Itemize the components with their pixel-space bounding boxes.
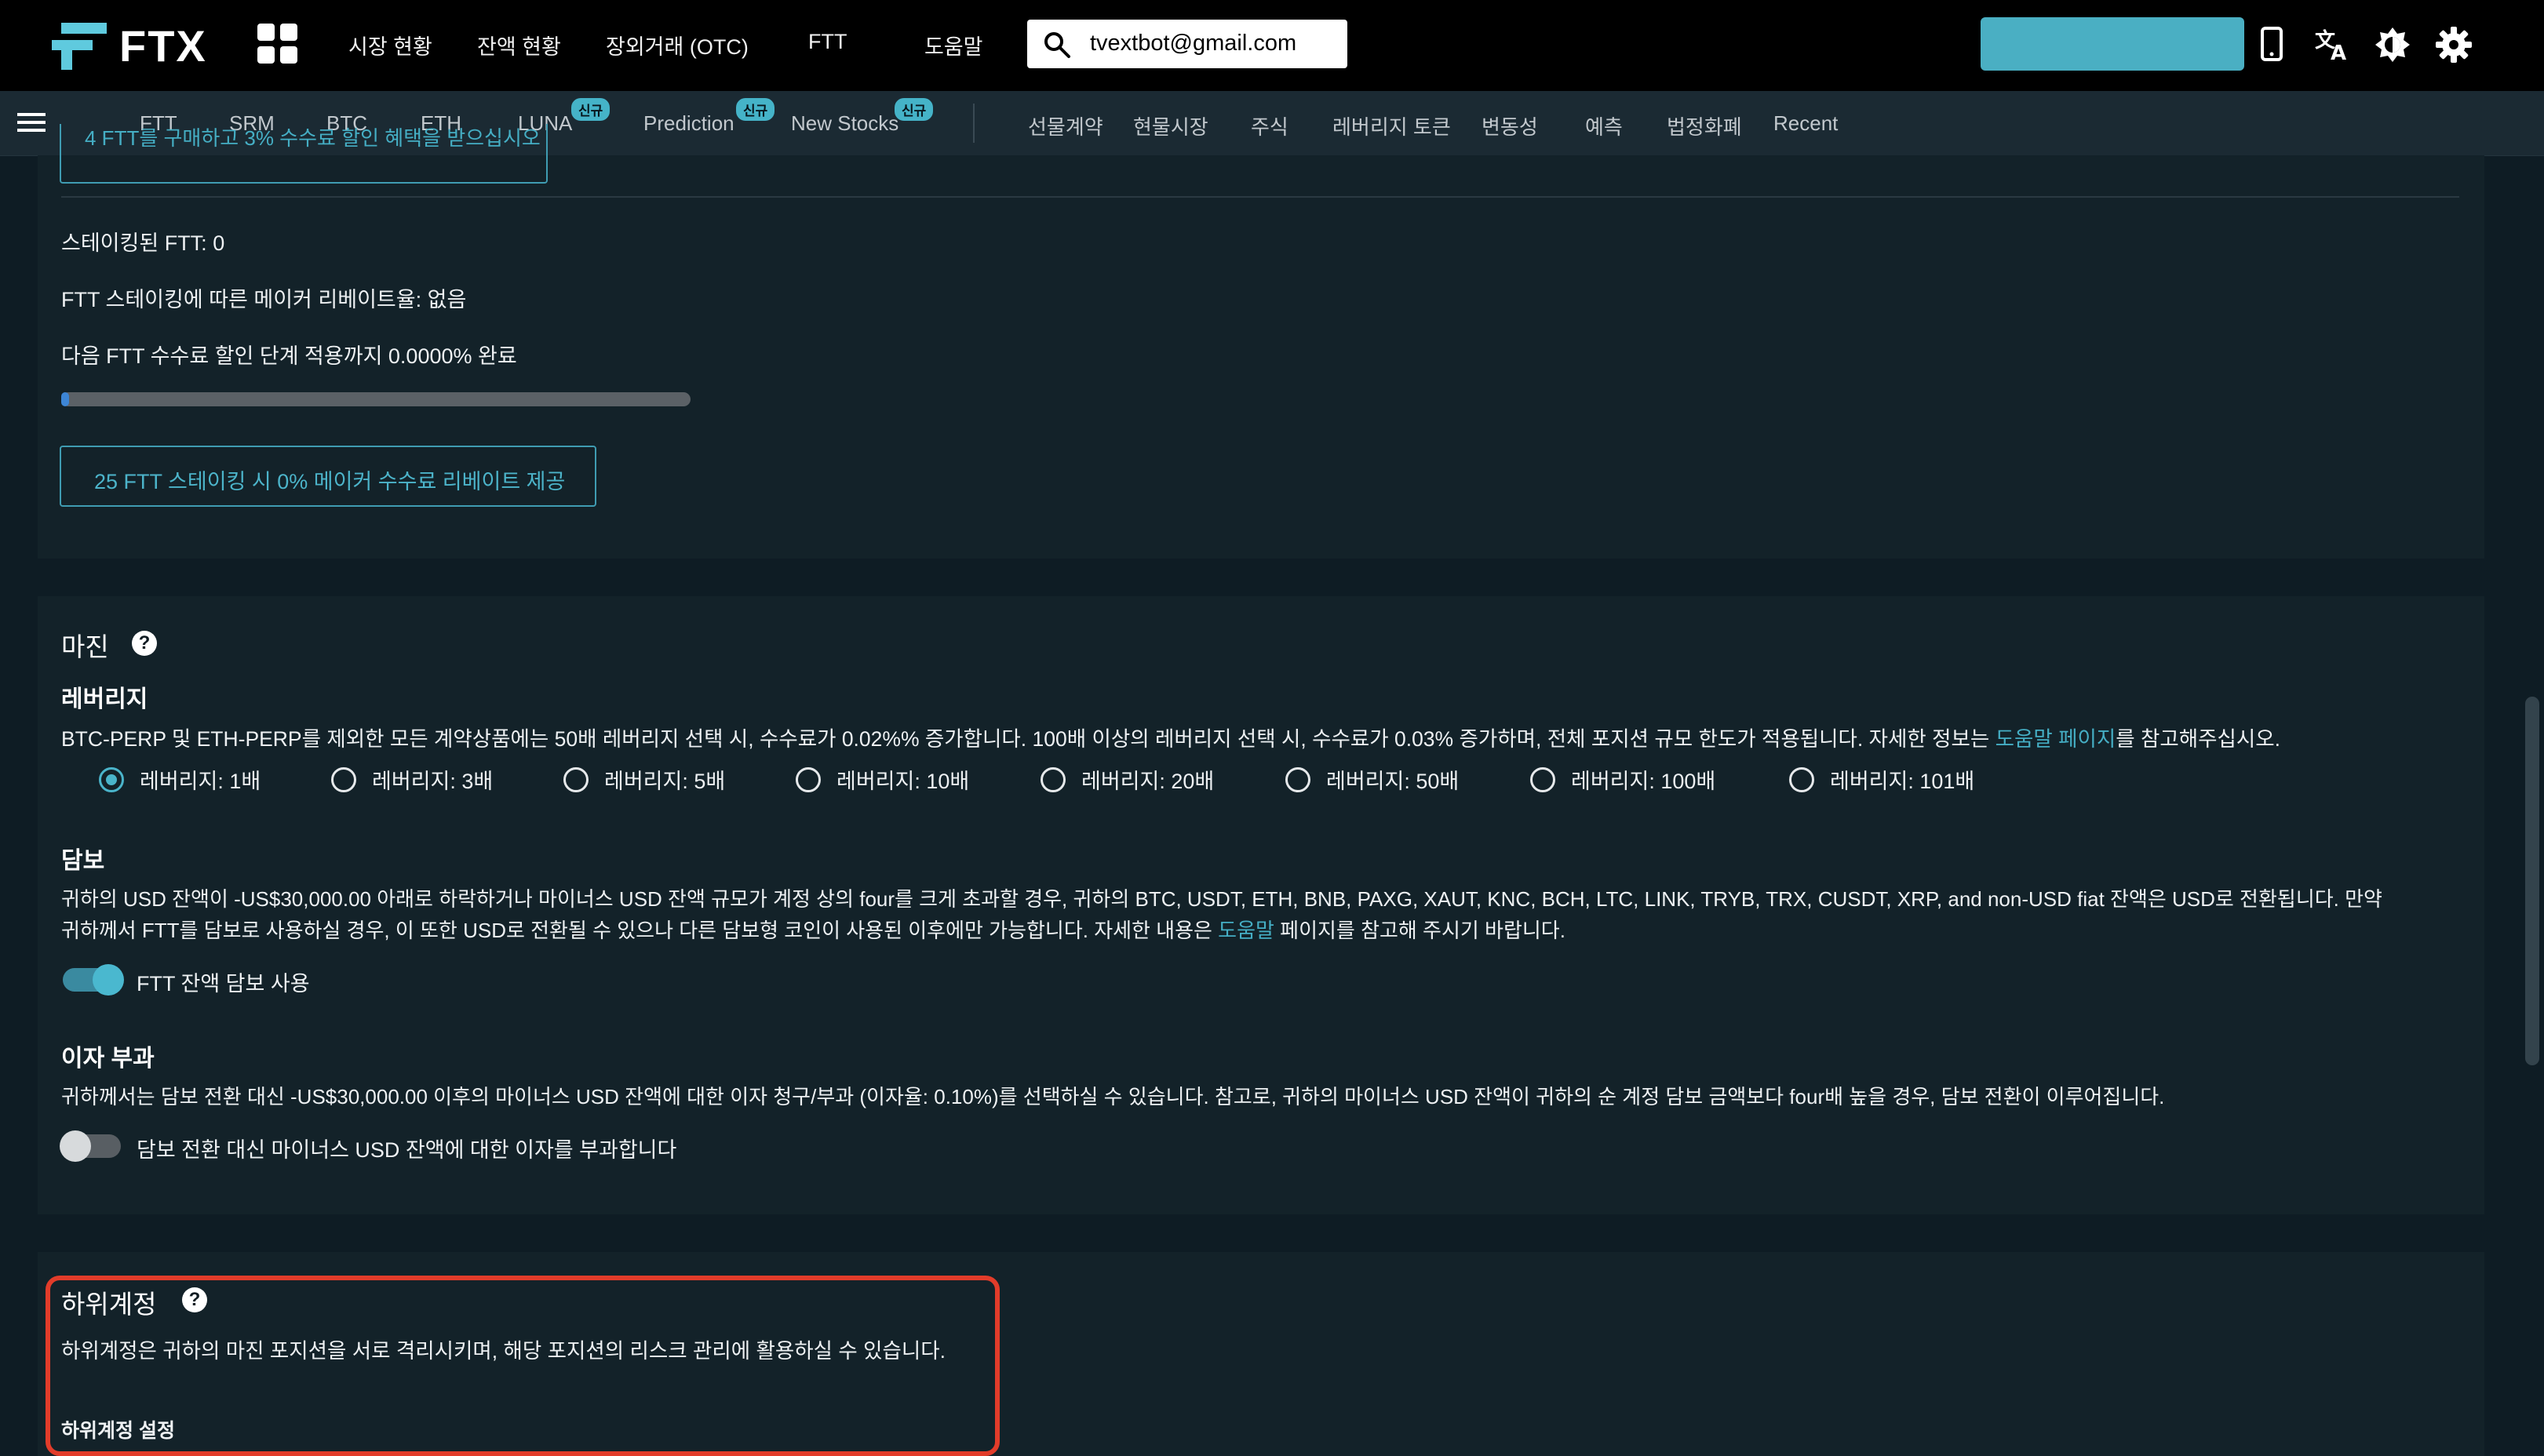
phone-icon[interactable] xyxy=(2260,27,2283,65)
leverage-option-1x[interactable]: 레버리지: 1배 xyxy=(99,764,261,795)
leverage-description-text: BTC-PERP 및 ETH-PERP를 제외한 모든 계약상품에는 50배 레… xyxy=(61,727,1995,751)
subnav-item-futures[interactable]: 선물계약 xyxy=(1028,111,1103,140)
ftt-collateral-toggle-label: FTT 잔액 담보 사용 xyxy=(137,972,310,996)
leverage-option-label: 레버리지: 101배 xyxy=(1830,770,1975,793)
interest-toggle-label: 담보 전환 대신 마이너스 USD 잔액에 대한 이자를 부과합니다 xyxy=(137,1138,677,1162)
subnav-item-stocks[interactable]: 주식 xyxy=(1251,111,1288,140)
interest-title: 이자 부과 xyxy=(61,1046,155,1072)
apps-icon[interactable] xyxy=(257,24,298,68)
buy-ftt-discount-button[interactable]: 4 FTT를 구매하고 3% 수수료 할인 혜택을 받으십시오 xyxy=(60,124,548,184)
leverage-option-label: 레버리지: 1배 xyxy=(140,770,261,793)
collateral-title: 담보 xyxy=(61,848,105,874)
ftx-logo[interactable]: FTX xyxy=(52,20,207,71)
radio-button[interactable] xyxy=(99,766,124,792)
new-badge: 신규 xyxy=(895,98,934,121)
search-icon xyxy=(1043,31,1071,63)
subnav-item-recent[interactable]: Recent xyxy=(1773,111,1838,136)
interest-toggle[interactable] xyxy=(60,1130,121,1162)
radio-button[interactable] xyxy=(796,766,821,792)
subnav-divider xyxy=(973,104,975,143)
brand-name: FTX xyxy=(119,21,207,71)
toggle-knob xyxy=(93,964,124,996)
leverage-option-50x[interactable]: 레버리지: 50배 xyxy=(1285,764,1459,795)
toggle-knob xyxy=(60,1130,91,1162)
divider xyxy=(61,196,2459,198)
account-button[interactable] xyxy=(1981,17,2244,71)
hamburger-menu-icon[interactable] xyxy=(17,111,46,137)
nav-otc[interactable]: 장외거래 (OTC) xyxy=(606,30,749,60)
fee-tier-progress-bar xyxy=(61,392,691,406)
collateral-description-line2: 귀하께서 FTT를 담보로 사용하실 경우, 이 또한 USD로 전환될 수 있… xyxy=(61,915,1565,944)
leverage-option-20x[interactable]: 레버리지: 20배 xyxy=(1041,764,1214,795)
help-icon[interactable]: ? xyxy=(132,631,157,656)
radio-button[interactable] xyxy=(331,766,356,792)
translate-icon[interactable]: 文 A xyxy=(2315,27,2351,65)
collateral-description-line1: 귀하의 USD 잔액이 -US$30,000.00 아래로 하락하거나 마이너스… xyxy=(61,887,2382,911)
subnav-item-prediction-ko[interactable]: 예측 xyxy=(1585,111,1623,140)
staked-ftt-text: 스테이킹된 FTT: 0 xyxy=(61,231,225,255)
nav-balance[interactable]: 잔액 현황 xyxy=(477,30,561,60)
collateral-description-text: 귀하께서 FTT를 담보로 사용하실 경우, 이 또한 USD로 전환될 수 있… xyxy=(61,919,1219,942)
radio-button[interactable] xyxy=(1789,766,1814,792)
leverage-option-10x[interactable]: 레버리지: 10배 xyxy=(796,764,969,795)
subnav-item-prediction[interactable]: Prediction xyxy=(643,111,734,136)
search-input[interactable]: tvextbot@gmail.com xyxy=(1090,31,1296,56)
interest-description: 귀하께서는 담보 전환 대신 -US$30,000.00 이후의 마이너스 US… xyxy=(61,1085,2165,1108)
help-link[interactable]: 도움말 xyxy=(1218,919,1274,942)
leverage-option-label: 레버리지: 10배 xyxy=(836,770,970,793)
subaccount-highlight-box xyxy=(46,1276,1000,1456)
search-box[interactable]: tvextbot@gmail.com xyxy=(1027,20,1347,68)
brightness-icon[interactable] xyxy=(2375,27,2411,67)
margin-title: 마진 xyxy=(61,632,109,661)
leverage-option-label: 레버리지: 100배 xyxy=(1571,770,1716,793)
subnav-item-fiat[interactable]: 법정화폐 xyxy=(1667,111,1742,140)
page-scrollbar[interactable] xyxy=(2525,697,2539,1065)
buy-ftt-discount-label: 4 FTT를 구매하고 3% 수수료 할인 혜택을 받으십시오 xyxy=(85,126,541,150)
subnav-item-new-stocks[interactable]: New Stocks xyxy=(791,111,898,136)
leverage-description: BTC-PERP 및 ETH-PERP를 제외한 모든 계약상품에는 50배 레… xyxy=(61,722,2280,752)
leverage-title: 레버리지 xyxy=(61,686,148,712)
nav-market[interactable]: 시장 현황 xyxy=(348,30,432,60)
top-bar: FTX 시장 현황 잔액 현황 장외거래 (OTC) FTT 도움말 tvext… xyxy=(0,0,2544,91)
svg-text:A: A xyxy=(2331,42,2346,61)
radio-button[interactable] xyxy=(563,766,589,792)
leverage-option-101x[interactable]: 레버리지: 101배 xyxy=(1789,764,1974,795)
leverage-description-tail: 를 참고해주십시오. xyxy=(2116,727,2281,751)
radio-button[interactable] xyxy=(1285,766,1310,792)
nav-ftt[interactable]: FTT xyxy=(808,30,847,54)
subnav-item-spot[interactable]: 현물시장 xyxy=(1133,111,1208,140)
new-badge: 신규 xyxy=(571,98,610,121)
help-page-link[interactable]: 도움말 페이지 xyxy=(1995,727,2116,751)
fee-tier-progress-fill xyxy=(61,392,69,406)
leverage-option-label: 레버리지: 20배 xyxy=(1081,770,1215,793)
ftx-logo-icon xyxy=(52,22,107,70)
gear-icon[interactable] xyxy=(2436,27,2472,67)
maker-rebate-text: FTT 스테이킹에 따른 메이커 리베이트율: 없음 xyxy=(61,288,467,311)
stake-rebate-label: 25 FTT 스테이킹 시 0% 메이커 수수료 리베이트 제공 xyxy=(94,470,566,493)
collateral-description-tail: 페이지를 참고해 주시기 바랍니다. xyxy=(1274,919,1565,942)
leverage-option-label: 레버리지: 50배 xyxy=(1326,770,1460,793)
radio-button[interactable] xyxy=(1530,766,1555,792)
subnav-item-leveraged-tokens[interactable]: 레버리지 토큰 xyxy=(1332,111,1451,140)
leverage-option-5x[interactable]: 레버리지: 5배 xyxy=(563,764,725,795)
leverage-option-3x[interactable]: 레버리지: 3배 xyxy=(331,764,493,795)
leverage-option-label: 레버리지: 3배 xyxy=(372,770,494,793)
leverage-option-100x[interactable]: 레버리지: 100배 xyxy=(1530,764,1715,795)
next-tier-text: 다음 FTT 수수료 할인 단계 적용까지 0.0000% 완료 xyxy=(61,344,517,368)
new-badge: 신규 xyxy=(736,98,775,121)
subnav-item-volatility[interactable]: 변동성 xyxy=(1482,111,1538,140)
radio-button[interactable] xyxy=(1041,766,1066,792)
ftt-collateral-toggle[interactable] xyxy=(63,964,124,996)
stake-rebate-button[interactable]: 25 FTT 스테이킹 시 0% 메이커 수수료 리베이트 제공 xyxy=(60,446,596,507)
leverage-option-label: 레버리지: 5배 xyxy=(604,770,726,793)
nav-help[interactable]: 도움말 xyxy=(924,30,983,60)
